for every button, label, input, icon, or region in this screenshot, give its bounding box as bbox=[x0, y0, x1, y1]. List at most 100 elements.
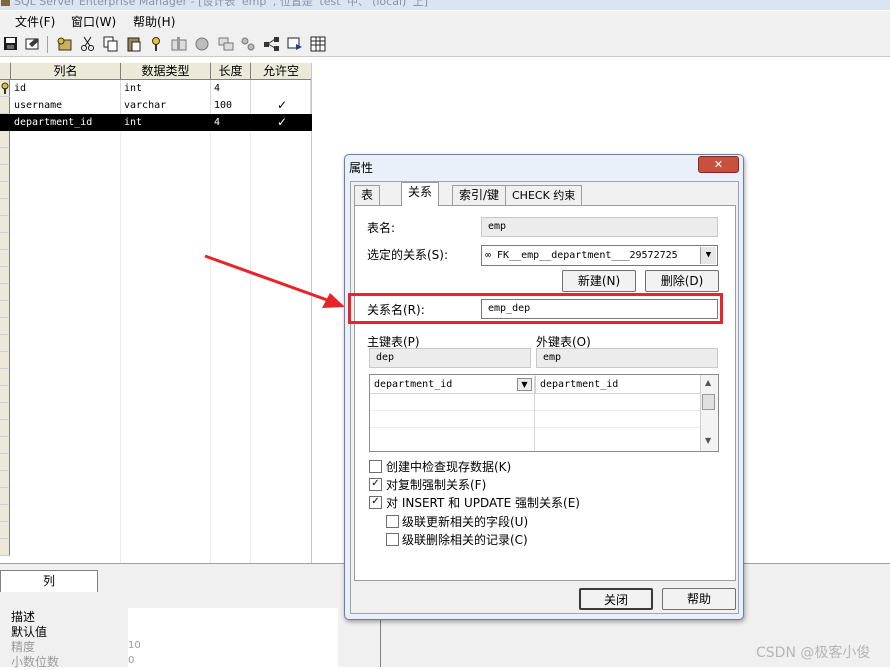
enforce-replication-checkbox[interactable]: ✓ bbox=[369, 478, 382, 491]
row-selector[interactable] bbox=[0, 471, 10, 488]
cascade-delete-checkbox[interactable] bbox=[386, 533, 399, 546]
table-row[interactable]: id int 4 bbox=[0, 80, 312, 97]
length-cell[interactable]: 100 bbox=[211, 97, 251, 114]
toolbar-separator bbox=[47, 36, 48, 53]
table-row[interactable]: username varchar 100 ✓ bbox=[0, 97, 312, 114]
manage-relationships-icon[interactable] bbox=[218, 36, 234, 52]
row-selector[interactable] bbox=[0, 216, 10, 233]
row-selector[interactable] bbox=[0, 250, 10, 267]
table-row-selected[interactable]: department_id int 4 ✓ bbox=[0, 114, 312, 131]
row-selector[interactable] bbox=[0, 352, 10, 369]
relationship-diagram-icon[interactable] bbox=[264, 36, 280, 52]
row-selector[interactable] bbox=[0, 539, 10, 556]
row-selector[interactable] bbox=[0, 420, 10, 437]
insert-column-icon[interactable] bbox=[171, 36, 187, 52]
row-selector[interactable] bbox=[0, 454, 10, 471]
property-value[interactable] bbox=[128, 608, 338, 623]
row-selector[interactable] bbox=[0, 386, 10, 403]
selected-relation-select[interactable]: ∞ FK__emp__department___29572725 ▼ bbox=[481, 245, 718, 266]
delete-relation-button[interactable]: 删除(D) bbox=[645, 270, 719, 292]
row-selector[interactable] bbox=[0, 522, 10, 539]
column-header-type[interactable]: 数据类型 bbox=[121, 63, 211, 80]
data-type-cell[interactable]: int bbox=[121, 114, 211, 131]
copy-icon[interactable] bbox=[103, 36, 119, 52]
tab-relationships[interactable]: 关系 bbox=[401, 182, 440, 206]
row-selector[interactable] bbox=[0, 403, 10, 420]
row-selector[interactable] bbox=[0, 335, 10, 352]
row-selector[interactable] bbox=[0, 165, 10, 182]
menu-window[interactable]: 窗口(W) bbox=[71, 13, 116, 30]
row-selector[interactable] bbox=[0, 148, 10, 165]
watermark: CSDN @极客小俊 bbox=[756, 645, 871, 661]
row-selector[interactable] bbox=[0, 267, 10, 284]
allow-null-cell[interactable]: ✓ bbox=[251, 97, 311, 114]
row-selector[interactable] bbox=[0, 318, 10, 335]
menu-bar: 文件(F) 窗口(W) 帮助(H) bbox=[0, 11, 890, 33]
foreign-key-column-cell[interactable]: department_id bbox=[535, 376, 699, 393]
row-selector[interactable] bbox=[0, 488, 10, 505]
row-selector[interactable] bbox=[0, 437, 10, 454]
data-type-cell[interactable]: int bbox=[121, 80, 211, 97]
chevron-down-icon[interactable]: ▼ bbox=[700, 247, 716, 264]
close-button[interactable]: 关闭 bbox=[579, 588, 653, 610]
row-selector[interactable] bbox=[0, 199, 10, 216]
scroll-down-icon[interactable]: ▼ bbox=[705, 436, 711, 445]
grid-view-icon[interactable] bbox=[310, 36, 326, 52]
length-cell[interactable]: 4 bbox=[211, 80, 251, 97]
table-name-label: 表名: bbox=[367, 221, 396, 235]
key-mapping-scrollbar[interactable]: ▲ ▼ bbox=[700, 375, 718, 451]
column-name-cell[interactable]: department_id bbox=[11, 114, 121, 131]
chevron-down-icon[interactable]: ▼ bbox=[517, 378, 532, 391]
row-selector[interactable] bbox=[0, 131, 10, 148]
cut-icon[interactable] bbox=[80, 36, 96, 52]
row-selector[interactable] bbox=[0, 182, 10, 199]
help-button[interactable]: 帮助 bbox=[662, 588, 736, 610]
check-existing-data-checkbox[interactable] bbox=[369, 460, 382, 473]
column-name-cell[interactable]: username bbox=[11, 97, 121, 114]
property-value[interactable]: 10 bbox=[128, 638, 338, 653]
column-name-cell[interactable]: id bbox=[11, 80, 121, 97]
row-selector[interactable] bbox=[0, 301, 10, 318]
save-icon[interactable] bbox=[3, 36, 19, 52]
grid-line bbox=[370, 427, 700, 428]
column-header-length[interactable]: 长度 bbox=[211, 63, 251, 80]
app-icon bbox=[1, 0, 10, 6]
new-relation-button[interactable]: 新建(N) bbox=[562, 270, 636, 292]
primary-key-column-cell[interactable]: department_id bbox=[370, 376, 534, 393]
menu-file[interactable]: 文件(F) bbox=[15, 13, 55, 30]
scrollbar-thumb[interactable] bbox=[702, 394, 715, 410]
delete-column-icon[interactable] bbox=[194, 36, 210, 52]
cascade-update-checkbox[interactable] bbox=[386, 515, 399, 528]
manage-indexes-icon[interactable] bbox=[240, 36, 256, 52]
allow-null-cell[interactable] bbox=[251, 80, 311, 97]
scroll-up-icon[interactable]: ▲ bbox=[705, 378, 711, 387]
data-type-cell[interactable]: varchar bbox=[121, 97, 211, 114]
window-title-bar: SQL Server Enterprise Manager - [设计表 'em… bbox=[0, 0, 890, 10]
row-selector[interactable] bbox=[0, 233, 10, 250]
tab-columns[interactable]: 列 bbox=[0, 570, 98, 592]
properties-icon[interactable] bbox=[25, 36, 41, 52]
length-cell[interactable]: 4 bbox=[211, 114, 251, 131]
property-value[interactable] bbox=[128, 623, 338, 638]
row-selector[interactable] bbox=[0, 284, 10, 301]
row-selector[interactable] bbox=[0, 505, 10, 522]
tab-check-constraints[interactable]: CHECK 约束 bbox=[505, 185, 583, 205]
dialog-title: 属性 bbox=[349, 161, 374, 175]
allow-null-cell[interactable]: ✓ bbox=[251, 114, 311, 131]
primary-key-table-icon[interactable] bbox=[56, 36, 72, 52]
paste-icon[interactable] bbox=[126, 36, 142, 52]
generate-script-icon[interactable] bbox=[287, 36, 303, 52]
column-header-name[interactable]: 列名 bbox=[11, 63, 121, 80]
tab-indexes-keys[interactable]: 索引/键 bbox=[452, 185, 507, 205]
selected-relation-label: 选定的关系(S): bbox=[367, 248, 449, 262]
enforce-insert-update-checkbox[interactable]: ✓ bbox=[369, 496, 382, 509]
property-label: 小数位数 bbox=[11, 655, 60, 669]
column-header-nullable[interactable]: 允许空 bbox=[251, 63, 312, 80]
menu-help[interactable]: 帮助(H) bbox=[133, 13, 175, 30]
tab-table[interactable]: 表 bbox=[354, 185, 381, 205]
set-primary-key-icon[interactable] bbox=[149, 36, 165, 52]
property-value[interactable]: 0 bbox=[128, 653, 338, 668]
row-selector[interactable] bbox=[0, 369, 10, 386]
dialog-close-icon[interactable]: ✕ bbox=[698, 156, 739, 173]
cascade-delete-label: 级联删除相关的记录(C) bbox=[402, 533, 528, 547]
